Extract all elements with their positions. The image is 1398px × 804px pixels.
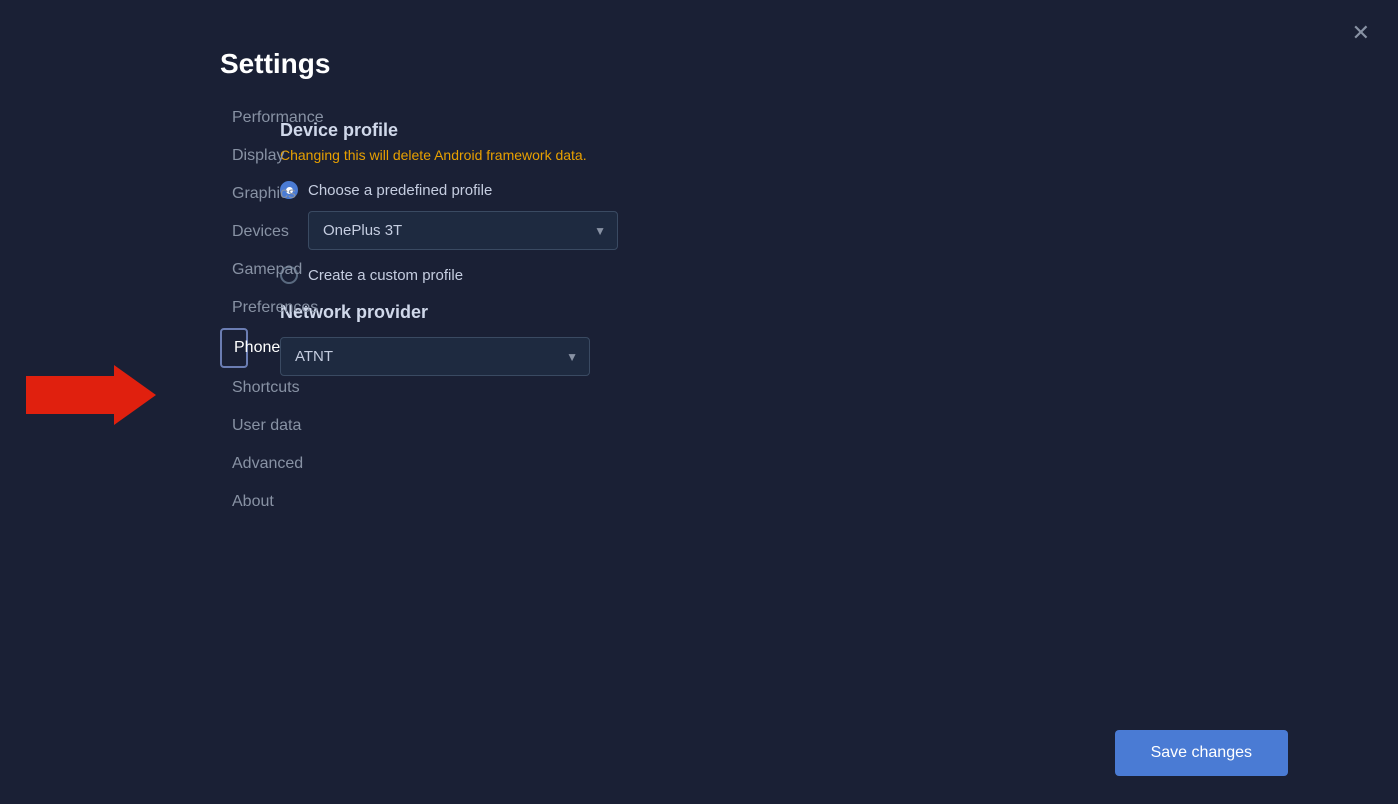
predefined-label: Choose a predefined profile (308, 182, 492, 199)
device-profile-warning: Changing this will delete Android framew… (280, 147, 1338, 163)
predefined-profile-option[interactable]: Choose a predefined profile (280, 181, 1338, 199)
sidebar: Performance Display Graphics Devices Gam… (0, 100, 220, 804)
sidebar-item-performance[interactable]: Performance (220, 100, 244, 136)
sidebar-item-user-data[interactable]: User data (220, 408, 244, 444)
content-area: Device profile Changing this will delete… (220, 100, 1398, 804)
device-profile-section: Device profile Changing this will delete… (280, 120, 1338, 284)
network-provider-dropdown-wrapper: ATNT Verizon T-Mobile Sprint ▼ (280, 337, 590, 376)
sidebar-item-shortcuts[interactable]: Shortcuts (220, 370, 244, 406)
sidebar-item-advanced[interactable]: Advanced (220, 446, 244, 482)
sidebar-item-phone[interactable]: Phone (220, 328, 248, 368)
network-provider-section: Network provider ATNT Verizon T-Mobile S… (280, 302, 1338, 376)
device-profile-dropdown[interactable]: OnePlus 3T Samsung Galaxy S9 Pixel 4 Nex… (308, 211, 618, 250)
network-provider-title: Network provider (280, 302, 1338, 323)
custom-profile-option[interactable]: Create a custom profile (280, 266, 1338, 284)
sidebar-item-devices[interactable]: Devices (220, 214, 244, 250)
device-profile-title: Device profile (280, 120, 1338, 141)
sidebar-item-preferences[interactable]: Preferences (220, 290, 244, 326)
device-profile-dropdown-wrapper: OnePlus 3T Samsung Galaxy S9 Pixel 4 Nex… (308, 211, 618, 250)
sidebar-item-graphics[interactable]: Graphics (220, 176, 244, 212)
network-provider-dropdown[interactable]: ATNT Verizon T-Mobile Sprint (280, 337, 590, 376)
main-layout: Performance Display Graphics Devices Gam… (0, 100, 1398, 804)
settings-dialog: ✕ Settings Performance Display Graphics … (0, 0, 1398, 804)
page-title: Settings (220, 48, 330, 80)
save-button[interactable]: Save changes (1115, 730, 1288, 776)
close-button[interactable]: ✕ (1352, 22, 1370, 44)
custom-label: Create a custom profile (308, 267, 463, 284)
sidebar-item-gamepad[interactable]: Gamepad (220, 252, 244, 288)
sidebar-item-about[interactable]: About (220, 484, 244, 520)
sidebar-item-display[interactable]: Display (220, 138, 244, 174)
